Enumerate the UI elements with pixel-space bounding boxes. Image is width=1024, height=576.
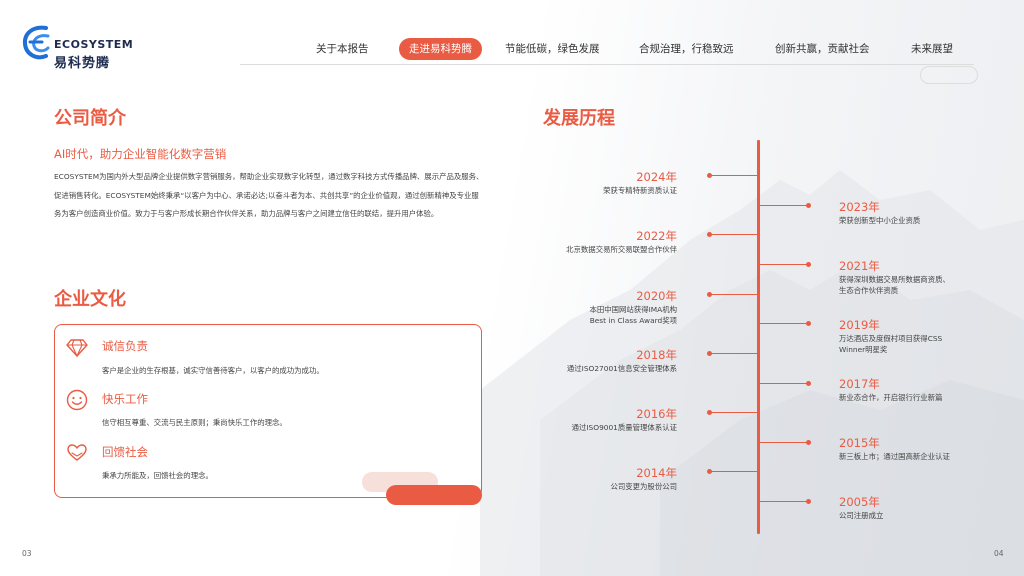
culture-title: 企业文化 [54,289,126,310]
nav-outlook[interactable]: 未来展望 [911,38,953,60]
timeline-year: 2020年 [636,289,677,303]
decoration-pill [386,485,482,505]
timeline-event: 生态合作伙伴资质 [839,286,899,295]
timeline-year: 2021年 [839,259,880,273]
timeline-tick [710,471,758,472]
diamond-icon [66,339,88,358]
nav-about-company[interactable]: 走进易科势腾 [399,38,482,60]
heart-hands-icon [67,444,87,461]
timeline-year: 2022年 [636,229,677,243]
brand-name-zh: 易科势腾 [54,56,111,71]
timeline-event: 公司注册成立 [839,511,884,520]
timeline-year: 2023年 [839,200,880,214]
brand-mark-icon [22,25,50,60]
nav-compliance[interactable]: 合规治理，行稳致远 [639,38,734,60]
nav-about-report[interactable]: 关于本报告 [316,38,369,60]
timeline-tick [759,205,808,206]
nav-innovation[interactable]: 创新共赢，贡献社会 [775,38,870,60]
culture-item-desc: 信守相互尊重、交流与民主原则；秉尚快乐工作的理念。 [102,418,287,427]
timeline-event: 公司变更为股份公司 [610,482,677,491]
timeline-tick [710,353,758,354]
timeline-year: 2016年 [636,407,677,421]
intro-title: 公司简介 [54,108,126,129]
timeline-tick [759,501,808,502]
timeline-event: 通过ISO27001信息安全管理体系 [566,364,677,373]
page-number-right: 04 [994,549,1004,558]
timeline-event: 万达酒店及度假村项目获得CSS [839,334,943,343]
timeline-tick [759,323,808,324]
culture-item-name: 快乐工作 [102,392,148,406]
culture-item-name: 诚信负责 [102,339,148,353]
culture-item-desc: 秉承力所能及，回馈社会的理念。 [102,471,213,480]
timeline-event: 荣获创新型中小企业资质 [839,216,921,225]
timeline-year: 2018年 [636,348,677,362]
timeline-tick [710,234,758,235]
nav-decoration [920,66,978,84]
timeline-tick [759,383,808,384]
brand-name-en: ECOSYSTEM [54,38,134,51]
brand-logo[interactable]: ECOSYSTEM 易科势腾 [22,20,142,71]
nav-divider [240,64,974,65]
culture-item-desc: 客户是企业的生存根基，诚实守信善待客户，以客户的成功为成功。 [102,366,324,375]
timeline-event: 新三板上市；通过国高新企业认证 [839,452,950,461]
timeline-event: 本田中国网站获得IMA机构 [589,305,677,314]
history-title: 发展历程 [543,108,615,129]
nav-green[interactable]: 节能低碳，绿色发展 [505,38,600,60]
timeline-year: 2005年 [839,495,880,509]
timeline-year: 2017年 [839,377,880,391]
timeline-event: 新业态合作，开启银行行业新篇 [839,393,943,402]
culture-item-name: 回馈社会 [102,445,148,459]
timeline-tick [710,175,758,176]
intro-subtitle: AI时代，助力企业智能化数字营销 [54,147,227,161]
timeline-year: 2014年 [636,466,677,480]
smile-icon [66,389,88,411]
timeline-tick [710,294,758,295]
timeline-event: 北京数据交易所交易联盟合作伙伴 [566,245,677,254]
timeline-axis [757,140,760,534]
timeline-event: 荣获专精特新资质认证 [603,186,677,195]
timeline-tick [759,442,808,443]
timeline-tick [710,412,758,413]
page-number-left: 03 [22,549,32,558]
timeline-year: 2024年 [636,170,677,184]
timeline-tick [759,264,808,265]
timeline-event: 通过ISO9001质量管理体系认证 [571,423,677,432]
timeline-event: 获得深圳数据交易所数据商资质、 [839,275,950,284]
timeline-event: Winner明星奖 [839,345,888,354]
intro-paragraph: ECOSYSTEM为国内外大型品牌企业提供数字营销服务，帮助企业实现数字化转型，… [54,172,484,218]
timeline-year: 2019年 [839,318,880,332]
timeline-year: 2015年 [839,436,880,450]
timeline-event: Best in Class Award奖项 [589,316,677,325]
